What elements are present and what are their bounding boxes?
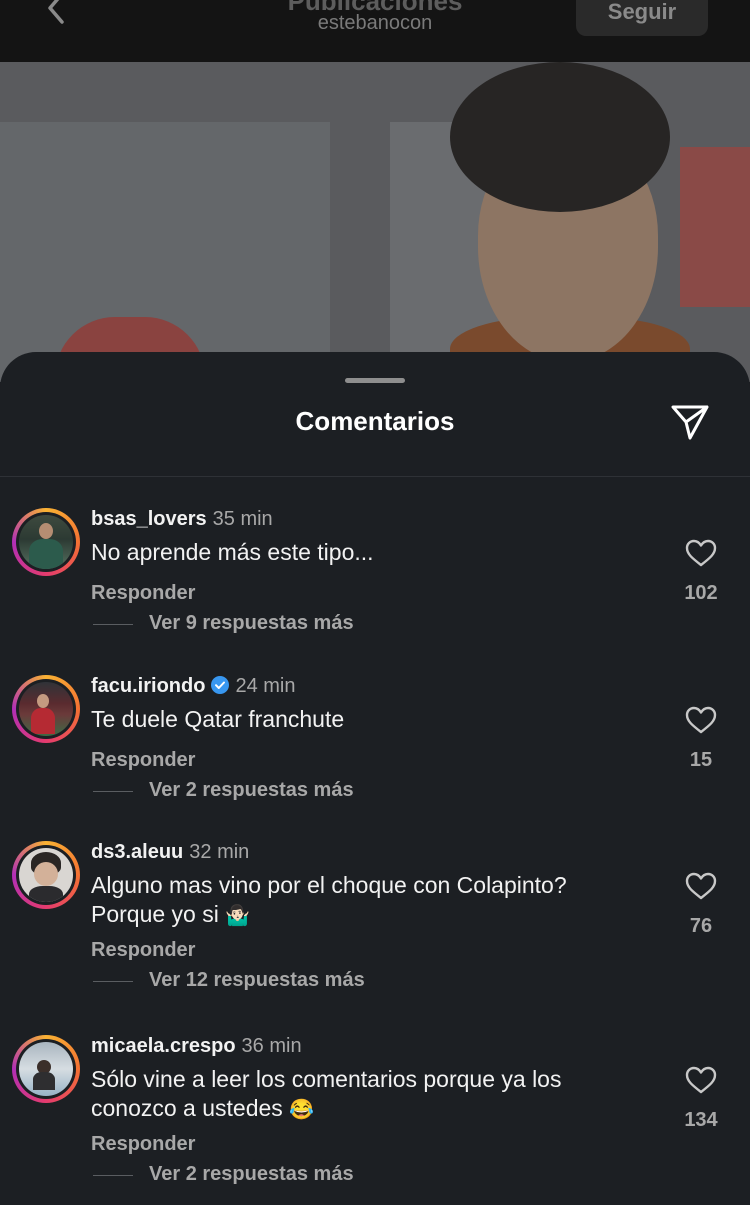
avatar-image xyxy=(19,515,73,569)
heart-icon xyxy=(685,872,717,900)
comment-text: Sólo vine a leer los comentarios porque … xyxy=(91,1066,562,1121)
comment-text: Te duele Qatar franchute xyxy=(91,706,345,732)
like-button[interactable] xyxy=(684,1065,718,1095)
comment-text: Alguno mas vino por el choque con Colapi… xyxy=(91,872,567,927)
photo-red-sign xyxy=(680,147,750,307)
comment-username[interactable]: ds3.aleuu 32 min xyxy=(91,841,249,864)
send-icon xyxy=(671,405,709,440)
comment-username[interactable]: facu.iriondo 24 min xyxy=(91,675,295,698)
avatar-image xyxy=(19,1042,73,1096)
divider xyxy=(0,476,750,477)
comment-item: facu.iriondo 24 min Te duele Qatar franch… xyxy=(0,675,750,845)
follow-button[interactable]: Seguir xyxy=(576,0,708,36)
comment-item: micaela.crespo 36 min Sólo vine a leer lo… xyxy=(0,1035,750,1205)
heart-icon xyxy=(685,706,717,734)
replies-divider xyxy=(93,981,133,982)
view-more-replies[interactable]: Ver 2 respuestas más xyxy=(149,779,354,802)
reply-button[interactable]: Responder xyxy=(91,749,195,772)
heart-icon xyxy=(685,539,717,567)
view-more-replies[interactable]: Ver 2 respuestas más xyxy=(149,1163,354,1186)
laughing-emoji-icon: 😂 xyxy=(289,1099,315,1121)
avatar[interactable] xyxy=(12,841,80,909)
reply-button[interactable]: Responder xyxy=(91,939,195,962)
like-count: 102 xyxy=(684,582,718,604)
reply-button[interactable]: Responder xyxy=(91,582,195,605)
avatar-image xyxy=(19,848,73,902)
view-more-replies[interactable]: Ver 12 respuestas más xyxy=(149,969,365,992)
comments-sheet: Comentarios bsas_lovers 35 min No aprende… xyxy=(0,352,750,1200)
comment-text: No aprende más este tipo... xyxy=(91,539,374,565)
like-count: 134 xyxy=(684,1109,718,1131)
heart-icon xyxy=(685,1066,717,1094)
like-button[interactable] xyxy=(684,871,718,901)
share-button[interactable] xyxy=(668,400,712,444)
comment-username[interactable]: micaela.crespo 36 min xyxy=(91,1035,302,1058)
verified-badge-icon xyxy=(211,676,230,694)
like-count: 76 xyxy=(689,915,713,937)
sheet-title: Comentarios xyxy=(295,406,455,436)
like-button[interactable] xyxy=(684,705,718,735)
replies-divider xyxy=(93,624,133,625)
avatar[interactable] xyxy=(12,508,80,576)
like-button[interactable] xyxy=(684,538,718,568)
comment-item: bsas_lovers 35 min No aprende más este ti… xyxy=(0,508,750,678)
comment-time: 36 min xyxy=(241,1035,302,1057)
comment-item: ds3.aleuu 32 min Alguno mas vino por el c… xyxy=(0,841,750,1011)
reply-button[interactable]: Responder xyxy=(91,1133,195,1156)
comment-username[interactable]: bsas_lovers 35 min xyxy=(91,508,273,531)
comment-time: 35 min xyxy=(212,508,273,530)
sheet-drag-handle[interactable] xyxy=(345,378,405,383)
avatar[interactable] xyxy=(12,675,80,743)
replies-divider xyxy=(93,1175,133,1176)
like-count: 15 xyxy=(689,749,713,771)
view-more-replies[interactable]: Ver 9 respuestas más xyxy=(149,612,354,635)
shrug-emoji-icon: 🤷🏻‍♂️ xyxy=(225,905,251,927)
avatar[interactable] xyxy=(12,1035,80,1103)
post-photo xyxy=(0,62,750,382)
comment-time: 32 min xyxy=(189,841,250,863)
avatar-image xyxy=(19,682,73,736)
comment-time: 24 min xyxy=(235,675,296,697)
top-nav-bar: Publicaciones estebanocon Seguir xyxy=(0,0,750,62)
replies-divider xyxy=(93,791,133,792)
photo-person-hair xyxy=(450,62,670,212)
